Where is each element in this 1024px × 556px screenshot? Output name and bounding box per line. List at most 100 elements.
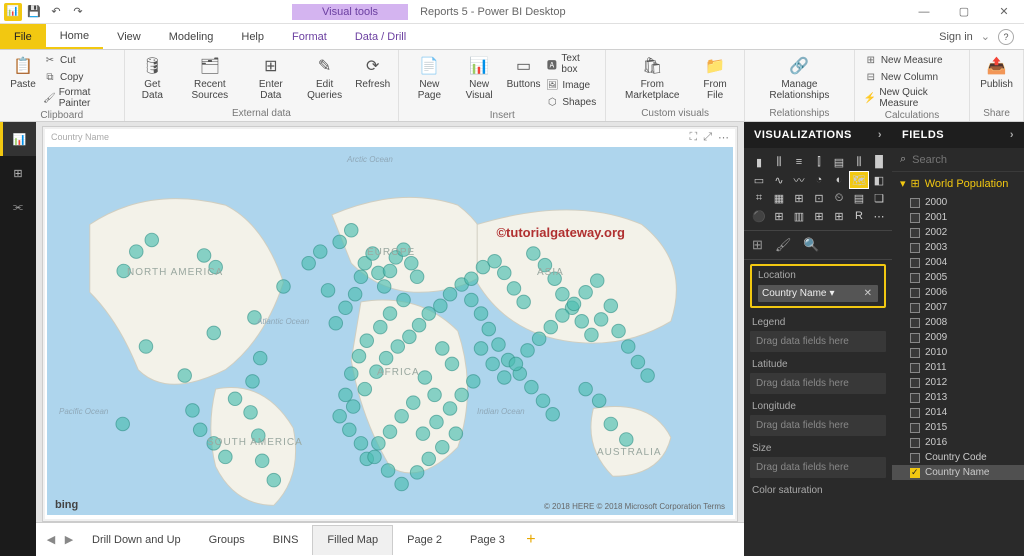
viz-type-icon[interactable]: ◧ (870, 172, 888, 188)
from-marketplace-button[interactable]: 🛍From Marketplace (612, 52, 692, 103)
close-button[interactable]: ✕ (984, 0, 1024, 24)
viz-type-icon[interactable]: ⋯ (870, 208, 888, 224)
new-quick-measure-button[interactable]: ⚡New Quick Measure (861, 86, 963, 110)
minimize-button[interactable]: — (904, 0, 944, 24)
viz-type-icon[interactable]: ∿ (770, 172, 788, 188)
new-column-button[interactable]: ⊟New Column (861, 69, 963, 85)
map-surface[interactable]: Arctic Ocean Atlantic Ocean Pacific Ocea… (47, 147, 733, 515)
visualizations-header[interactable]: VISUALIZATIONS› (744, 122, 892, 148)
textbox-button[interactable]: 🅰Text box (542, 52, 599, 76)
checkbox-icon[interactable] (910, 243, 920, 253)
field-chip[interactable]: Country Name ▾ ✕ (758, 285, 878, 302)
report-view-icon[interactable]: 📊 (0, 122, 36, 156)
viz-type-icon[interactable]: ▭ (750, 172, 768, 188)
analytics-tab-icon[interactable]: 🔍 (803, 237, 819, 253)
tab-home[interactable]: Home (46, 24, 103, 49)
field-item[interactable]: 2016 (892, 435, 1024, 450)
new-measure-button[interactable]: ⊞New Measure (861, 52, 963, 68)
checkbox-icon[interactable] (910, 228, 920, 238)
more-icon[interactable]: ⋯ (718, 131, 729, 144)
field-item[interactable]: 2014 (892, 405, 1024, 420)
help-icon[interactable]: ? (998, 29, 1014, 45)
shapes-button[interactable]: ⬡Shapes (542, 94, 599, 110)
checkbox-icon[interactable] (910, 318, 920, 328)
viz-type-icon[interactable]: █ (870, 154, 888, 170)
page-next-icon[interactable]: ▶ (60, 533, 78, 546)
checkbox-icon[interactable] (910, 348, 920, 358)
tab-help[interactable]: Help (227, 24, 278, 49)
viz-type-icon[interactable]: 〰 (790, 172, 808, 188)
field-item[interactable]: 2004 (892, 255, 1024, 270)
viz-type-icon[interactable]: ⫿ (810, 154, 828, 170)
fields-tab-icon[interactable]: ⊞ (752, 237, 763, 253)
page-tab[interactable]: Page 3 (456, 525, 519, 554)
viz-type-icon[interactable]: 🗺 (850, 172, 868, 188)
redo-icon[interactable]: ↷ (68, 2, 88, 22)
viz-type-icon[interactable]: ⏲ (830, 190, 848, 206)
field-item[interactable]: 2013 (892, 390, 1024, 405)
checkbox-icon[interactable] (910, 468, 920, 478)
viz-type-icon[interactable]: ⊞ (790, 190, 808, 206)
chevron-down-icon[interactable]: ⌄ (981, 30, 990, 43)
new-page-button[interactable]: 📄New Page (405, 52, 453, 103)
colorsat-well[interactable]: Color saturation (750, 482, 886, 499)
copy-button[interactable]: ⧉Copy (40, 69, 118, 85)
filter-icon[interactable]: ⛶ (689, 131, 697, 144)
tab-data-drill[interactable]: Data / Drill (341, 24, 420, 49)
field-item[interactable]: 2011 (892, 360, 1024, 375)
field-item[interactable]: 2001 (892, 210, 1024, 225)
checkbox-icon[interactable] (910, 423, 920, 433)
checkbox-icon[interactable] (910, 198, 920, 208)
paste-button[interactable]: 📋Paste (6, 52, 40, 92)
checkbox-icon[interactable] (910, 363, 920, 373)
page-tab[interactable]: Filled Map (312, 525, 393, 555)
maximize-button[interactable]: ▢ (944, 0, 984, 24)
field-item[interactable]: 2006 (892, 285, 1024, 300)
table-name[interactable]: ▾ ⊞ World Population (892, 172, 1024, 195)
page-prev-icon[interactable]: ◀ (42, 533, 60, 546)
viz-type-icon[interactable]: ▮ (750, 154, 768, 170)
viz-type-icon[interactable]: ⊞ (830, 208, 848, 224)
buttons-button[interactable]: ▭Buttons (505, 52, 543, 92)
viz-type-icon[interactable]: ❏ (870, 190, 888, 206)
latitude-well[interactable]: LatitudeDrag data fields here (750, 356, 886, 394)
viz-type-icon[interactable]: ⊞ (810, 208, 828, 224)
checkbox-icon[interactable] (910, 288, 920, 298)
checkbox-icon[interactable] (910, 303, 920, 313)
tab-file[interactable]: File (0, 24, 46, 49)
image-button[interactable]: 🖼Image (542, 77, 599, 93)
page-tab[interactable]: BINS (259, 525, 313, 554)
recent-sources-button[interactable]: 🗂Recent Sources (174, 52, 245, 103)
add-page-button[interactable]: + (519, 531, 543, 549)
manage-relationships-button[interactable]: 🔗Manage Relationships (751, 52, 848, 103)
viz-type-icon[interactable]: ≡ (790, 154, 808, 170)
location-well[interactable]: Location Country Name ▾ ✕ (750, 264, 886, 308)
field-item[interactable]: 2007 (892, 300, 1024, 315)
checkbox-icon[interactable] (910, 408, 920, 418)
viz-type-icon[interactable]: ⫼ (850, 154, 868, 170)
new-visual-button[interactable]: 📊New Visual (453, 52, 504, 103)
field-item[interactable]: Country Name (892, 465, 1024, 480)
legend-well[interactable]: LegendDrag data fields here (750, 314, 886, 352)
edit-queries-button[interactable]: ✎Edit Queries (296, 52, 353, 103)
format-painter-button[interactable]: 🖌Format Painter (40, 86, 118, 110)
enter-data-button[interactable]: ⊞Enter Data (246, 52, 297, 103)
viz-type-icon[interactable]: ⚫ (750, 208, 768, 224)
publish-button[interactable]: 📤Publish (976, 52, 1017, 92)
remove-field-icon[interactable]: ✕ (862, 288, 874, 299)
field-item[interactable]: 2008 (892, 315, 1024, 330)
checkbox-icon[interactable] (910, 378, 920, 388)
viz-type-icon[interactable]: ▥ (790, 208, 808, 224)
search-input[interactable] (912, 154, 1024, 166)
checkbox-icon[interactable] (910, 258, 920, 268)
refresh-button[interactable]: ⟳Refresh (353, 52, 392, 92)
field-item[interactable]: 2003 (892, 240, 1024, 255)
size-well[interactable]: SizeDrag data fields here (750, 440, 886, 478)
data-view-icon[interactable]: ⊞ (0, 156, 36, 190)
get-data-button[interactable]: 🛢Get Data (131, 52, 175, 103)
chevron-down-icon[interactable]: ▾ (826, 288, 837, 299)
viz-type-icon[interactable]: ▤ (850, 190, 868, 206)
tab-view[interactable]: View (103, 24, 155, 49)
checkbox-icon[interactable] (910, 273, 920, 283)
page-tab[interactable]: Groups (195, 525, 259, 554)
